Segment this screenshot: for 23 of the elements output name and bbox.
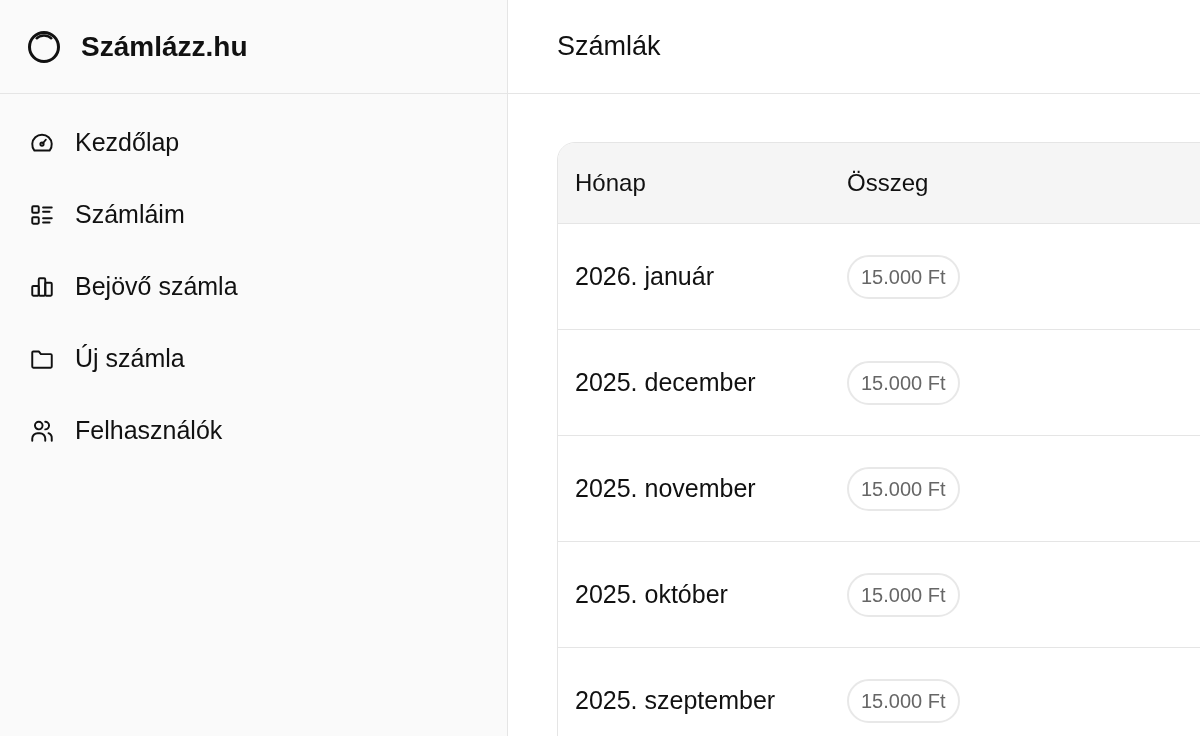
nav-item[interactable]: Új számla (75, 340, 185, 378)
amount-badge: 15.000 Ft (847, 466, 960, 511)
amount-badge: 15.000 Ft (847, 572, 960, 617)
amount-badge: 15.000 Ft (847, 678, 960, 723)
nav-item[interactable]: Kezdőlap (75, 124, 180, 162)
nav-item[interactable]: Számláim (75, 196, 185, 234)
brand-name[interactable]: Számlázz.hu (81, 25, 248, 68)
month-cell: 2025. szeptember (575, 685, 776, 714)
logo-icon (27, 29, 61, 64)
list-icon (29, 202, 55, 228)
amount-badge: 15.000 Ft (847, 254, 960, 299)
month-cell: 2025. december (575, 367, 756, 396)
nav-item[interactable]: Bejövő számla (75, 268, 238, 306)
column-header: Összeg (847, 169, 929, 196)
month-cell: 2025. november (575, 473, 756, 502)
month-cell: 2025. október (575, 579, 728, 608)
users-icon (29, 418, 55, 444)
nav-item[interactable]: Felhasználók (75, 412, 223, 450)
month-cell: 2026. január (575, 261, 714, 290)
column-header: Hónap (575, 169, 646, 196)
amount-badge: 15.000 Ft (847, 360, 960, 405)
bar-chart-icon (29, 274, 55, 300)
page-title: Számlák (557, 30, 661, 64)
